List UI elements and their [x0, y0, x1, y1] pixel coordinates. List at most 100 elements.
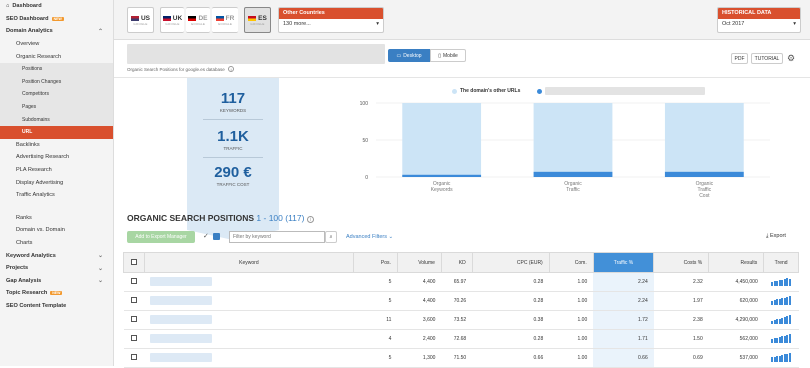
column-header-traffic[interactable]: Traffic %: [592, 252, 655, 273]
volume-cell: 2,400: [397, 329, 442, 349]
column-header-volume[interactable]: Volume: [396, 252, 442, 273]
sidebar-item-seo-content-template[interactable]: SEO Content Template: [0, 300, 113, 313]
sidebar-item-projects[interactable]: Projects ⌄: [0, 262, 113, 275]
table-title: ORGANIC SEARCH POSITIONS: [127, 213, 255, 223]
export-manager-button[interactable]: Add to Export Manager: [127, 231, 195, 243]
database-code: UK: [172, 14, 183, 22]
row-checkbox[interactable]: [130, 335, 137, 341]
column-header-cpc-eur[interactable]: CPC (EUR): [471, 252, 550, 273]
sidebar-item-topic-research[interactable]: Topic Research NEW: [0, 287, 113, 300]
trend-cell: [763, 272, 799, 292]
keyword-cell-redacted[interactable]: [144, 329, 354, 349]
row-checkbox[interactable]: [130, 278, 137, 284]
gear-icon[interactable]: ⚙: [787, 53, 795, 63]
select-all-checkbox[interactable]: [130, 258, 137, 265]
sidebar-item-subdomains[interactable]: Subdomains: [0, 113, 113, 126]
keyword-cell-redacted[interactable]: [144, 272, 354, 292]
mobile-toggle[interactable]: ▯ Mobile: [430, 49, 466, 62]
sidebar-item-url[interactable]: URL: [0, 125, 113, 139]
keyword-redacted[interactable]: [150, 314, 213, 324]
column-header-com[interactable]: Com.: [548, 252, 594, 273]
column-header-trend[interactable]: Trend: [763, 252, 799, 273]
table-row[interactable]: 11 3,600 73.52 0.38 1.00 1.72 2.38 4,290,000: [123, 310, 799, 330]
com-cell: 1.00: [549, 272, 594, 292]
keyword-cell-redacted[interactable]: [144, 291, 354, 311]
keyword-cell-redacted[interactable]: [144, 348, 354, 368]
column-header-costs[interactable]: Costs %: [653, 252, 710, 273]
advanced-filters-link[interactable]: Advanced Filters ⌄: [346, 234, 393, 240]
sidebar-item-domain-analytics[interactable]: Domain Analytics ⌃: [0, 25, 113, 38]
keyword-redacted[interactable]: [150, 333, 213, 343]
sidebar-item-label: Organic Research: [16, 53, 62, 60]
info-icon[interactable]: i: [228, 66, 235, 72]
sidebar-item-seo-dashboard[interactable]: SEO Dashboard NEW: [0, 13, 113, 26]
table-row[interactable]: 5 4,400 65.97 0.28 1.00 2.24 2.32 4,450,000: [123, 272, 799, 292]
keyword-redacted[interactable]: [150, 295, 213, 305]
database-us-button[interactable]: US GOOGLE: [127, 7, 154, 33]
row-checkbox-cell: [123, 272, 145, 292]
sidebar-item-position-changes[interactable]: Position Changes: [0, 75, 113, 89]
chevron-down-icon: ⌄: [97, 278, 103, 285]
sidebar-item-charts[interactable]: Charts: [0, 237, 113, 250]
sidebar-item-pages[interactable]: Pages: [0, 100, 113, 114]
sidebar-item-positions[interactable]: Positions: [0, 62, 113, 76]
sidebar-item-traffic-analytics[interactable]: Traffic Analytics: [0, 189, 113, 202]
check-icon[interactable]: ✓: [203, 232, 209, 240]
keyword-cell-redacted[interactable]: [144, 310, 354, 330]
x-tick-label: Organic Keywords: [431, 181, 453, 193]
mobile-icon: ▯: [438, 52, 442, 59]
row-checkbox[interactable]: [130, 297, 137, 303]
other-countries-dropdown[interactable]: Other Countries 130 more... ▾: [278, 7, 384, 33]
row-checkbox[interactable]: [130, 354, 137, 360]
url-input-redacted[interactable]: [127, 44, 385, 64]
sidebar-item-display-advertising[interactable]: Display Advertising: [0, 176, 113, 189]
database-engine: GOOGLE: [190, 21, 206, 26]
sidebar-item-domain-vs-domain[interactable]: Domain vs. Domain: [0, 224, 113, 237]
sidebar-item-backlinks[interactable]: Backlinks: [0, 139, 113, 152]
table-row[interactable]: 5 1,300 71.50 0.66 1.00 0.66 0.69 537,000: [123, 348, 799, 368]
export-button[interactable]: ⤓ Export: [766, 233, 786, 240]
database-bar: US GOOGLE UK GOOGLE DE GOOGLE FR GOOGLE ES GOOGLE…: [114, 0, 810, 40]
kpi-label: TRAFFIC COST: [216, 182, 250, 187]
kpi-value[interactable]: 117: [187, 90, 279, 107]
keyword-redacted[interactable]: [150, 276, 213, 286]
column-header-keyword[interactable]: Keyword: [143, 252, 354, 273]
trend-bar: [788, 295, 791, 305]
row-checkbox[interactable]: [130, 316, 137, 322]
keyword-filter-input[interactable]: [229, 231, 325, 243]
database-code: FR: [225, 14, 235, 22]
sidebar-item-overview[interactable]: Overview: [0, 38, 113, 51]
advanced-filters-label: Advanced Filters: [346, 234, 387, 240]
database-de-button[interactable]: DE GOOGLE: [186, 7, 210, 33]
historical-data-dropdown[interactable]: HISTORICAL DATA Oct 2017 ▾: [717, 7, 801, 33]
copy-icon[interactable]: [213, 233, 220, 240]
bar-other-urls: [664, 103, 744, 177]
desktop-toggle[interactable]: ▭ Desktop: [388, 49, 430, 62]
info-icon[interactable]: i: [306, 216, 314, 223]
search-icon[interactable]: ⌕: [325, 231, 337, 243]
trend-bar: [788, 278, 791, 286]
table-row[interactable]: 4 2,400 72.68 0.28 1.00 1.71 1.50 562,000: [123, 329, 799, 349]
database-fr-button[interactable]: FR GOOGLE: [212, 7, 238, 33]
sidebar-item-organic-research[interactable]: Organic Research: [0, 50, 113, 63]
trend-sparkline: [771, 277, 791, 286]
pdf-button[interactable]: PDF: [731, 53, 748, 64]
com-cell: 1.00: [549, 329, 594, 349]
sidebar-item-keyword-analytics[interactable]: Keyword Analytics ⌄: [0, 249, 113, 262]
bar-url: [664, 171, 744, 177]
keyword-redacted[interactable]: [150, 352, 213, 362]
database-uk-button[interactable]: UK GOOGLE: [160, 7, 184, 33]
sidebar-item-competitors[interactable]: Competitors: [0, 88, 113, 101]
sidebar-item-gap-analysis[interactable]: Gap Analysis ⌄: [0, 274, 113, 287]
sidebar-item-pla-research[interactable]: PLA Research: [0, 164, 113, 177]
positions-table: Keyword Pos. Volume KD CPC (EUR) Com. Traffic …: [123, 252, 799, 368]
sidebar-item-dashboard[interactable]: ⌂ Dashboard: [0, 0, 113, 13]
column-header-pos[interactable]: Pos.: [352, 252, 398, 273]
sidebar-item-ranks[interactable]: Ranks: [0, 212, 113, 225]
table-row[interactable]: 5 4,400 70.26 0.28 1.00 2.24 1.97 620,000: [123, 291, 799, 311]
sidebar-item-advertising-research[interactable]: Advertising Research: [0, 151, 113, 164]
tutorial-button[interactable]: TUTORIAL: [751, 53, 783, 64]
database-es-button[interactable]: ES GOOGLE: [244, 7, 271, 33]
column-header-kd[interactable]: KD: [440, 252, 473, 273]
column-header-results[interactable]: Results: [708, 252, 765, 273]
